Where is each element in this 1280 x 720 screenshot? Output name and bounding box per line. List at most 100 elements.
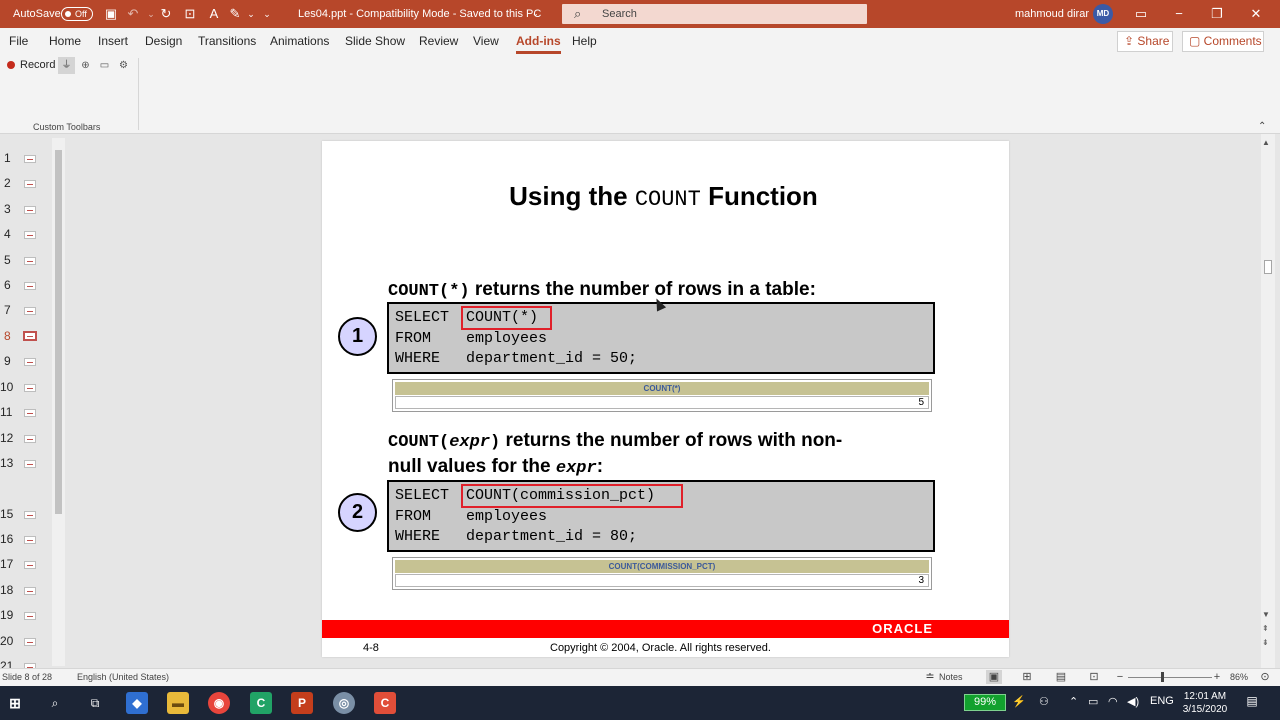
settings-icon[interactable]: ⚙ (115, 57, 132, 74)
input-language[interactable]: ENG (1150, 695, 1174, 707)
screen-icon[interactable]: ▭ (96, 57, 113, 74)
tab-review[interactable]: Review (419, 34, 458, 48)
app-icon[interactable]: ◎ (333, 692, 355, 714)
zoom-slider[interactable] (1128, 677, 1212, 678)
slide-thumbnail[interactable]: 19 (0, 602, 52, 627)
slide-thumbnail[interactable]: 3 (0, 196, 52, 221)
thumbnail-scrollbar[interactable] (52, 138, 65, 666)
zoom-out-icon[interactable]: − (1112, 670, 1128, 684)
battery-icon[interactable]: ▭ (1088, 695, 1098, 708)
avatar[interactable]: MD (1093, 4, 1113, 24)
chevron-up-icon[interactable]: ⌃ (1069, 695, 1078, 708)
scroll-thumb[interactable] (1264, 260, 1272, 274)
slide-thumbnail[interactable]: 16 (0, 526, 52, 551)
battery-indicator[interactable]: 99% (964, 694, 1006, 711)
search-icon[interactable]: ⌕ (44, 692, 66, 714)
bullet-count-expr[interactable]: COUNT(expr) returns the number of rows w… (388, 428, 842, 456)
wifi-icon[interactable]: ◠ (1108, 695, 1118, 708)
tab-design[interactable]: Design (145, 34, 182, 48)
bullet-count-expr-line2[interactable]: null values for the expr: (388, 454, 603, 482)
tab-animations[interactable]: Animations (270, 34, 329, 48)
scroll-up-icon[interactable]: ▲ (1262, 138, 1270, 147)
record-button[interactable]: Record (20, 59, 55, 71)
tab-transitions[interactable]: Transitions (198, 34, 256, 48)
slide-canvas[interactable]: Using the COUNT Function COUNT(*) return… (322, 141, 1009, 657)
slide-thumbnail[interactable]: 9 (0, 348, 52, 373)
sql-code-box-1[interactable]: SELECT COUNT(*) FROM employees WHERE depart… (387, 302, 935, 374)
slide-thumbnail[interactable]: 17 (0, 551, 52, 576)
close-icon[interactable]: ✕ (1237, 0, 1275, 28)
present-icon[interactable]: ⊡ (181, 5, 199, 23)
notes-button[interactable]: Notes (939, 672, 963, 682)
file-explorer-icon[interactable]: ▬ (167, 692, 189, 714)
scroll-down-icon[interactable]: ▼ (1262, 610, 1270, 619)
restore-icon[interactable]: ❐ (1198, 0, 1236, 28)
slide-thumbnail[interactable]: 1 (0, 145, 52, 170)
notes-icon[interactable]: ≐ (922, 670, 938, 684)
user-name[interactable]: mahmoud dirar (1015, 0, 1089, 28)
slide-thumbnail[interactable]: 20 (0, 628, 52, 653)
tab-insert[interactable]: Insert (98, 34, 128, 48)
autosave-toggle[interactable]: Off (61, 7, 93, 21)
zoom-in-icon[interactable]: + (1209, 670, 1225, 684)
bullet-count-star[interactable]: COUNT(*) returns the number of rows in a… (388, 277, 816, 305)
zoom-level[interactable]: 86% (1230, 672, 1248, 682)
normal-view-icon[interactable]: ▣ (986, 670, 1002, 684)
slide-thumbnail[interactable]: 5 (0, 247, 52, 272)
next-slide-icon[interactable]: ⇟ (1262, 638, 1269, 647)
undo-icon[interactable]: ↶ (124, 5, 142, 23)
windows-start-icon[interactable]: ⊞ (4, 692, 26, 714)
comments-button[interactable]: ▢ Comments (1182, 31, 1264, 52)
tab-slide-show[interactable]: Slide Show (345, 34, 405, 48)
slide-thumbnail[interactable]: 11 (0, 399, 52, 424)
slide-thumbnail[interactable]: 4 (0, 221, 52, 246)
slide-thumbnail[interactable]: 21 (0, 653, 52, 668)
volume-icon[interactable]: ◀) (1127, 695, 1139, 708)
zoom-slider-handle[interactable] (1161, 672, 1164, 682)
clock[interactable]: 12:01 AM 3/15/2020 (1172, 690, 1238, 716)
slide-thumbnail[interactable]: 15 (0, 501, 52, 526)
notification-icon[interactable]: ▤ (1243, 694, 1261, 711)
slide-thumbnail[interactable]: 12 (0, 425, 52, 450)
microphone-icon[interactable]: ⏚ (58, 57, 75, 74)
customize-qa-icon[interactable]: ⌄ (258, 5, 276, 23)
save-icon[interactable]: ▣ (102, 5, 120, 23)
sql-code-box-2[interactable]: SELECT COUNT(commission_pct) FROM employee… (387, 480, 935, 552)
tab-add-ins[interactable]: Add-ins (516, 34, 561, 54)
slide-scrollbar[interactable] (1261, 134, 1275, 668)
scroll-thumb[interactable] (55, 150, 62, 514)
tab-view[interactable]: View (473, 34, 499, 48)
slide-thumbnail[interactable]: 18 (0, 577, 52, 602)
slide-sorter-icon[interactable]: ⊞ (1019, 670, 1035, 684)
record-icon[interactable] (7, 61, 15, 69)
slide-show-icon[interactable]: ⊡ (1086, 670, 1102, 684)
document-title[interactable]: Les04.ppt - Compatibility Mode - Saved t… (298, 0, 541, 28)
tab-help[interactable]: Help (572, 34, 597, 48)
slide-thumbnail[interactable]: 7 (0, 297, 52, 322)
slide-thumbnail[interactable]: 2 (0, 170, 52, 195)
previous-slide-icon[interactable]: ⇞ (1262, 624, 1269, 633)
slide-thumbnail-active[interactable]: 8 (0, 323, 52, 348)
powerpoint-icon[interactable]: P (291, 692, 313, 714)
language-indicator[interactable]: English (United States) (77, 672, 169, 682)
camtasia-icon[interactable]: C (250, 692, 272, 714)
fit-slide-icon[interactable]: ⊙ (1257, 670, 1273, 684)
task-view-icon[interactable]: ⧉ (84, 692, 106, 714)
slide-thumbnail[interactable]: 10 (0, 374, 52, 399)
app-icon[interactable]: ◆ (126, 692, 148, 714)
ribbon-display-icon[interactable]: ▭ (1122, 0, 1160, 28)
font-color-icon[interactable]: A (205, 5, 223, 23)
collapse-ribbon-icon[interactable]: ⌃ (1258, 121, 1266, 132)
app-icon[interactable]: C (374, 692, 396, 714)
chrome-icon[interactable]: ◉ (208, 692, 230, 714)
people-icon[interactable]: ⚇ (1039, 695, 1049, 708)
slide-thumbnail[interactable]: 13 (0, 450, 52, 475)
reading-view-icon[interactable]: ▤ (1053, 670, 1069, 684)
tab-home[interactable]: Home (49, 34, 81, 48)
slide-title[interactable]: Using the COUNT Function (322, 181, 1005, 212)
title-dropdown-icon[interactable]: ⌄ (532, 0, 539, 28)
tab-file[interactable]: File (9, 34, 28, 48)
camera-icon[interactable]: ⊕ (77, 57, 94, 74)
minimize-icon[interactable]: − (1160, 0, 1198, 28)
slide-thumbnail[interactable]: 6 (0, 272, 52, 297)
